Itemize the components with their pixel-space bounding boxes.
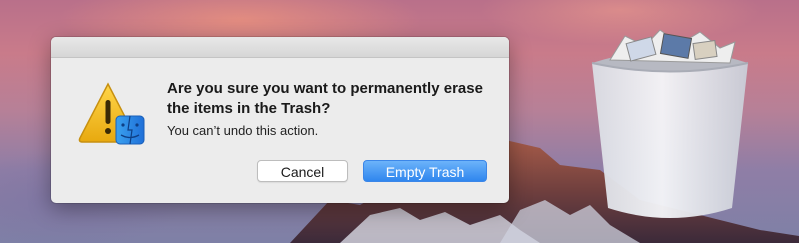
warning-finder-icon [78, 82, 148, 148]
empty-trash-button[interactable]: Empty Trash [363, 160, 487, 182]
dialog-message: You can’t undo this action. [167, 123, 319, 138]
cancel-button[interactable]: Cancel [257, 160, 348, 182]
dialog-titlebar [51, 37, 509, 58]
full-trash-icon[interactable] [570, 18, 770, 233]
dialog-title: Are you sure you want to permanently era… [167, 80, 483, 117]
empty-trash-dialog: Are you sure you want to permanently era… [51, 37, 509, 203]
